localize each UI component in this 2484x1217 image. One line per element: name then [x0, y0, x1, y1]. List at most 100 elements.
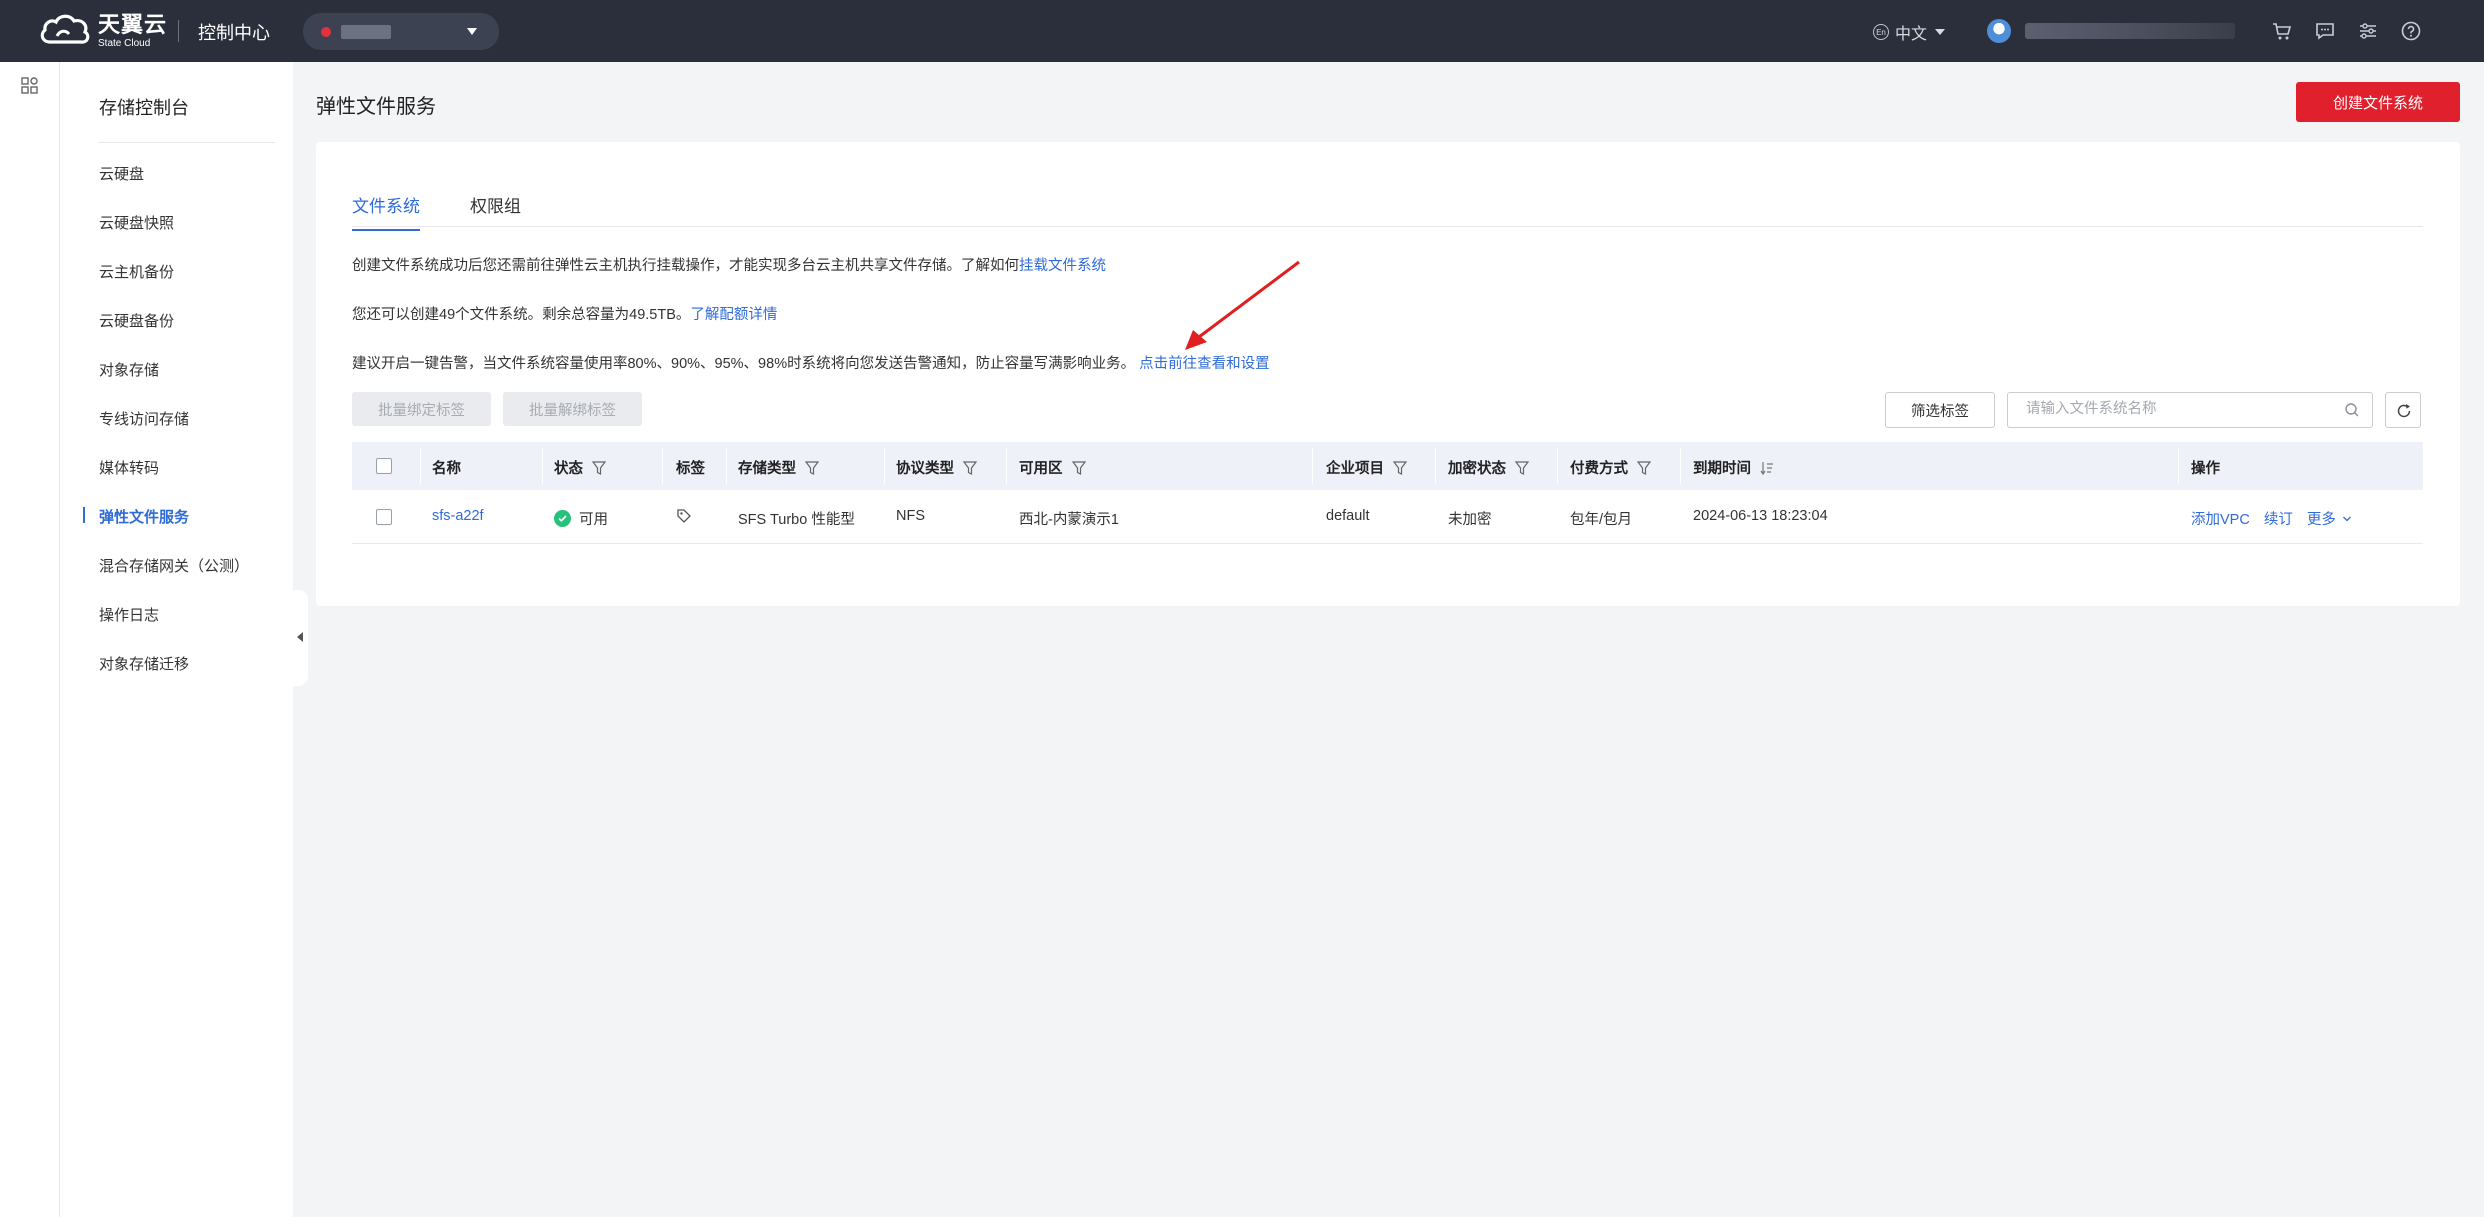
message-icon[interactable]	[2313, 19, 2337, 43]
username-redacted[interactable]	[2025, 23, 2235, 39]
cloud-logo-icon	[40, 14, 90, 44]
column-header-project: 企业项目	[1326, 457, 1408, 478]
sidebar-active-indicator	[83, 507, 85, 523]
language-label: 中文	[1895, 26, 1928, 43]
filter-icon[interactable]	[1514, 460, 1530, 476]
info-mount-text: 创建文件系统成功后您还需前往弹性云主机执行挂载操作，才能实现多台云主机共享文件存…	[352, 258, 1019, 274]
top-navigation-bar: 天翼云 State Cloud 控制中心 En 中文	[0, 0, 2484, 62]
add-vpc-link[interactable]: 添加VPC	[2191, 508, 2250, 529]
column-project-label: 企业项目	[1326, 461, 1384, 477]
filter-icon[interactable]	[962, 460, 978, 476]
more-actions-link[interactable]: 更多	[2307, 508, 2336, 529]
column-header-tag: 标签	[676, 457, 705, 478]
renew-link[interactable]: 续订	[2264, 508, 2293, 529]
column-header-name: 名称	[432, 457, 461, 478]
location-pin-icon	[321, 26, 331, 37]
column-storage-type-label: 存储类型	[738, 461, 796, 477]
quota-details-link[interactable]: 了解配额详情	[690, 307, 777, 323]
sidebar-item-host-backup[interactable]: 云主机备份	[99, 261, 174, 282]
logo-chinese-text: 天翼云	[98, 11, 168, 37]
column-divider	[1680, 448, 1681, 484]
info-alarm-text: 建议开启一键告警，当文件系统容量使用率80%、90%、95%、98%时系统将向您…	[352, 356, 1136, 372]
status-text: 可用	[579, 512, 608, 528]
language-switcher[interactable]: En 中文	[1873, 20, 1946, 44]
region-name-redacted	[341, 24, 391, 39]
column-header-actions: 操作	[2191, 457, 2220, 478]
column-name-label: 名称	[432, 461, 461, 477]
filter-tags-button[interactable]: 筛选标签	[1885, 392, 1995, 428]
batch-bind-tags-button[interactable]: 批量绑定标签	[352, 392, 491, 426]
column-divider	[542, 448, 543, 484]
logo[interactable]: 天翼云 State Cloud	[38, 12, 167, 50]
sidebar-item-operation-log[interactable]: 操作日志	[99, 604, 159, 625]
column-divider	[1006, 448, 1007, 484]
column-protocol-label: 协议类型	[896, 461, 954, 477]
tag-icon[interactable]	[676, 508, 692, 524]
sidebar-item-disk-backup[interactable]: 云硬盘备份	[99, 310, 174, 331]
column-divider	[1435, 448, 1436, 484]
console-title[interactable]: 控制中心	[198, 19, 270, 45]
search-icon[interactable]	[2344, 402, 2360, 418]
encryption-cell: 未加密	[1448, 512, 1492, 528]
status-cell: 可用	[554, 508, 608, 529]
cart-icon[interactable]	[2270, 19, 2294, 43]
column-header-expire: 到期时间	[1693, 457, 1775, 478]
column-header-storage-type: 存储类型	[738, 457, 820, 478]
filter-icon[interactable]	[1071, 460, 1087, 476]
column-header-protocol: 协议类型	[896, 457, 978, 478]
sidebar-item-object-storage-migration[interactable]: 对象存储迁移	[99, 653, 189, 674]
sidebar-item-hybrid-storage-gateway[interactable]: 混合存储网关（公测）	[99, 555, 249, 576]
actions-cell: 添加VPC 续订 更多	[2191, 508, 2352, 529]
sidebar-item-cloud-disk[interactable]: 云硬盘	[99, 163, 144, 184]
sidebar-item-dedicated-line-storage[interactable]: 专线访问存储	[99, 408, 189, 429]
sort-icon[interactable]	[1759, 460, 1775, 476]
column-actions-label: 操作	[2191, 461, 2220, 477]
chevron-down-icon	[2342, 516, 2351, 521]
sidebar-title: 存储控制台	[99, 98, 189, 118]
globe-icon: En	[1873, 24, 1889, 40]
sidebar-item-object-storage[interactable]: 对象存储	[99, 359, 159, 380]
refresh-button[interactable]	[2385, 392, 2421, 428]
info-quota-text: 您还可以创建49个文件系统。剩余总容量为49.5TB。	[352, 307, 691, 323]
check-circle-icon	[554, 510, 571, 527]
filter-icon[interactable]	[804, 460, 820, 476]
help-icon[interactable]	[2399, 19, 2423, 43]
column-status-label: 状态	[554, 461, 583, 477]
search-input[interactable]	[2026, 393, 2336, 425]
batch-unbind-tags-button[interactable]: 批量解绑标签	[503, 392, 642, 426]
chevron-down-icon	[1935, 29, 1946, 35]
apps-grid-icon[interactable]	[20, 76, 40, 96]
select-all-checkbox[interactable]	[376, 458, 392, 474]
mount-file-system-link[interactable]: 挂载文件系统	[1019, 258, 1106, 274]
chevron-down-icon	[467, 28, 477, 35]
chevron-left-icon	[297, 632, 303, 642]
column-header-zone: 可用区	[1019, 457, 1087, 478]
annotation-arrow-icon	[1185, 260, 1300, 350]
column-tag-label: 标签	[676, 461, 705, 477]
protocol-cell: NFS	[896, 508, 925, 524]
column-header-encryption: 加密状态	[1448, 457, 1530, 478]
row-checkbox[interactable]	[376, 509, 392, 525]
left-rail	[0, 62, 60, 1217]
search-box	[2007, 392, 2373, 428]
create-file-system-button[interactable]: 创建文件系统	[2296, 82, 2460, 122]
filter-icon[interactable]	[1392, 460, 1408, 476]
column-zone-label: 可用区	[1019, 461, 1063, 477]
region-selector[interactable]	[303, 13, 499, 50]
tabs-underline	[352, 226, 2423, 227]
file-system-name-link[interactable]: sfs-a22f	[432, 508, 484, 524]
sidebar-item-disk-snapshot[interactable]: 云硬盘快照	[99, 212, 174, 233]
filter-icon[interactable]	[1636, 460, 1652, 476]
settings-sliders-icon[interactable]	[2356, 19, 2380, 43]
sidebar-item-elastic-file-service[interactable]: 弹性文件服务	[99, 506, 189, 527]
column-header-status: 状态	[554, 457, 607, 478]
column-divider	[1557, 448, 1558, 484]
filter-icon[interactable]	[591, 460, 607, 476]
alarm-settings-link[interactable]: 点击前往查看和设置	[1139, 356, 1270, 372]
project-cell: default	[1326, 508, 1370, 524]
sidebar-collapse-handle[interactable]	[290, 590, 308, 686]
avatar[interactable]	[1987, 19, 2011, 43]
topbar-divider	[178, 20, 179, 42]
sidebar-item-media-transcode[interactable]: 媒体转码	[99, 457, 159, 478]
billing-cell: 包年/包月	[1570, 512, 1633, 528]
